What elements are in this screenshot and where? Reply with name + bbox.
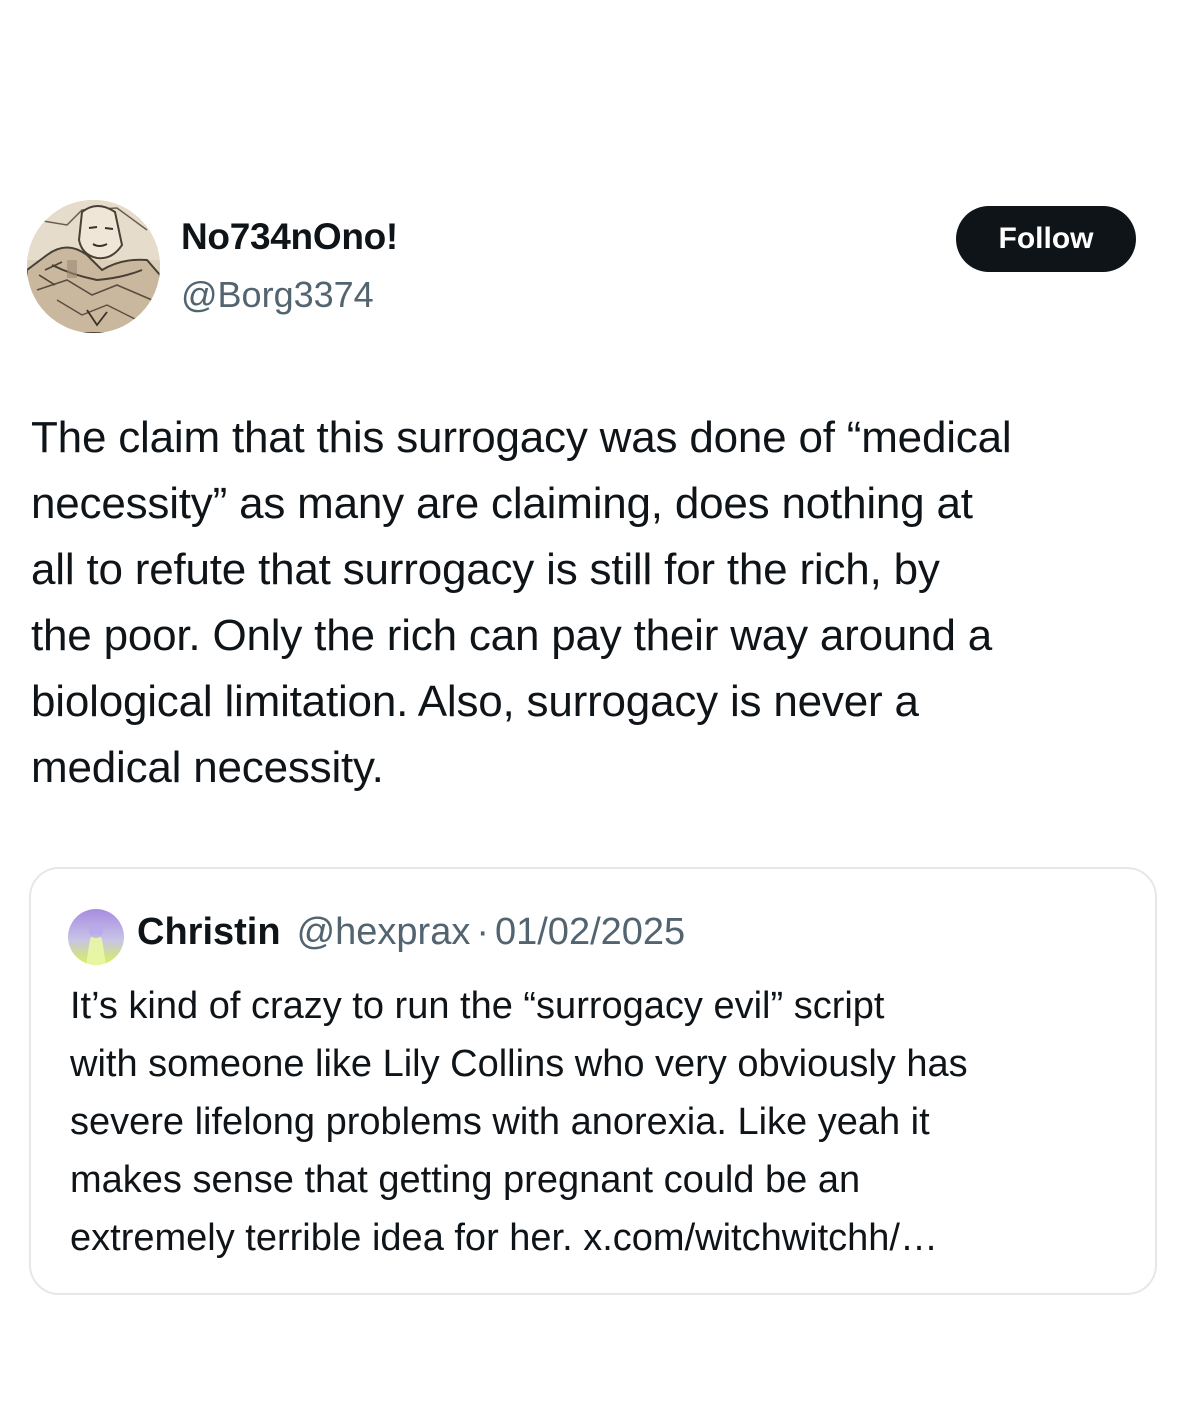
quote-author-avatar[interactable] (68, 909, 124, 965)
quote-text-line: extremely terrible idea for her. (70, 1217, 584, 1259)
quote-date[interactable]: 01/02/2025 (495, 911, 685, 954)
author-avatar[interactable] (27, 200, 160, 333)
tweet-text-line: necessity” as many are claiming, does no… (31, 479, 973, 528)
tweet-text-line: all to refute that surrogacy is still fo… (31, 545, 940, 594)
author-display-name[interactable]: No734nOno! (181, 216, 398, 258)
quote-text-line: It’s kind of crazy to run the “surrogacy… (70, 985, 885, 1027)
tweet: No734nOno! @Borg3374 Follow The claim th… (0, 0, 1179, 1422)
quoted-tweet-card[interactable]: Christin @hexprax · 01/02/2025 It’s kind… (29, 867, 1157, 1295)
quote-text-line: severe lifelong problems with anorexia. … (70, 1101, 930, 1143)
tweet-text-line: biological limitation. Also, surrogacy i… (31, 677, 919, 726)
quote-author-handle[interactable]: @hexprax (297, 911, 471, 954)
quote-text-line-last: extremely terrible idea for her. x.com/w… (70, 1209, 1140, 1267)
dot-separator: · (476, 911, 489, 953)
tweet-text-line: The claim that this surrogacy was done o… (31, 413, 1012, 462)
quote-link[interactable]: x.com/witchwitchh/… (583, 1217, 938, 1259)
quote-text: It’s kind of crazy to run the “surrogacy… (70, 977, 1140, 1267)
author-handle[interactable]: @Borg3374 (181, 274, 374, 316)
follow-button[interactable]: Follow (956, 206, 1136, 272)
quote-author-display-name[interactable]: Christin (137, 911, 281, 954)
sketch-portrait-avatar-icon (27, 200, 160, 333)
quote-text-line: with someone like Lily Collins who very … (70, 1043, 968, 1085)
quote-text-line: makes sense that getting pregnant could … (70, 1159, 861, 1201)
purple-green-gradient-avatar-icon (68, 909, 124, 965)
tweet-text: The claim that this surrogacy was done o… (31, 405, 1166, 801)
tweet-text-line: the poor. Only the rich can pay their wa… (31, 611, 993, 660)
quote-header: Christin @hexprax · 01/02/2025 (137, 911, 685, 954)
tweet-text-line: medical necessity. (31, 743, 384, 792)
